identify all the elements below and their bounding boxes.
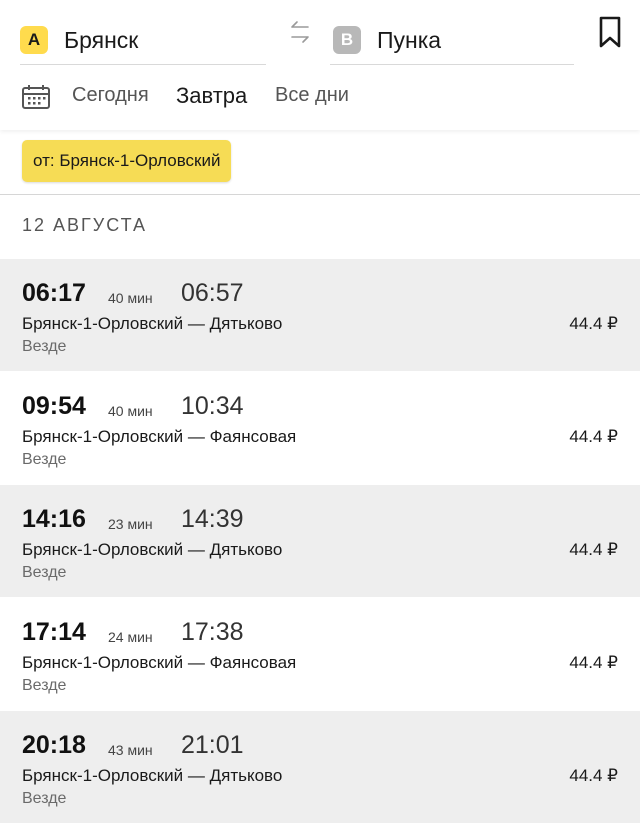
trip-route: Брянск-1-Орловский — Дятьково <box>22 314 283 333</box>
trip-route: Брянск-1-Орловский — Дятьково <box>22 540 283 559</box>
trip-price: 44.4 ₽ <box>569 427 618 446</box>
trip-price: 44.4 ₽ <box>569 653 618 672</box>
tab-all-days[interactable]: Все дни <box>275 84 349 107</box>
point-b-badge: B <box>333 26 361 54</box>
trip-row[interactable]: 17:14 24 мин 17:38 Брянск-1-Орловский — … <box>0 598 640 710</box>
arrival-time: 06:57 <box>181 279 244 307</box>
divider <box>0 194 640 195</box>
from-city: Брянск <box>64 26 139 53</box>
trip-route: Брянск-1-Орловский — Фаянсовая <box>22 427 297 446</box>
trip-stops: Везде <box>22 451 67 468</box>
point-a-badge: A <box>20 26 48 54</box>
tab-today[interactable]: Сегодня <box>72 84 149 107</box>
departure-time: 06:17 <box>22 279 86 307</box>
departure-time: 14:16 <box>22 505 86 533</box>
departure-time: 20:18 <box>22 731 86 759</box>
arrival-time: 17:38 <box>181 618 244 646</box>
trip-row[interactable]: 06:17 40 мин 06:57 Брянск-1-Орловский — … <box>0 259 640 371</box>
trip-duration: 40 мин <box>108 403 153 419</box>
search-header: A Брянск B Пунка Сегодня Завтра Все дни <box>0 0 640 130</box>
arrival-time: 21:01 <box>181 731 244 759</box>
trip-stops: Везде <box>22 564 67 581</box>
trip-price: 44.4 ₽ <box>569 314 618 333</box>
trip-row[interactable]: 09:54 40 мин 10:34 Брянск-1-Орловский — … <box>0 372 640 484</box>
swap-arrows-icon[interactable] <box>288 18 312 46</box>
from-point-field[interactable]: A Брянск <box>20 16 266 65</box>
trip-stops: Везде <box>22 338 67 355</box>
bookmark-icon[interactable] <box>596 14 624 50</box>
trip-price: 44.4 ₽ <box>569 540 618 559</box>
trip-row[interactable]: 14:16 23 мин 14:39 Брянск-1-Орловский — … <box>0 485 640 597</box>
to-point-field[interactable]: B Пунка <box>330 16 574 65</box>
trip-duration: 23 мин <box>108 516 153 532</box>
trip-route: Брянск-1-Орловский — Дятьково <box>22 766 283 785</box>
to-city: Пунка <box>377 26 442 53</box>
trip-duration: 40 мин <box>108 290 153 306</box>
departure-time: 09:54 <box>22 392 86 420</box>
trip-stops: Везде <box>22 677 67 694</box>
trip-row[interactable]: 20:18 43 мин 21:01 Брянск-1-Орловский — … <box>0 711 640 823</box>
calendar-icon[interactable] <box>21 84 51 110</box>
trip-duration: 43 мин <box>108 742 153 758</box>
arrival-time: 14:39 <box>181 505 244 533</box>
trip-price: 44.4 ₽ <box>569 766 618 785</box>
trip-duration: 24 мин <box>108 629 153 645</box>
trip-route: Брянск-1-Орловский — Фаянсовая <box>22 653 297 672</box>
trip-stops: Везде <box>22 790 67 807</box>
station-filter-chip[interactable]: от: Брянск-1-Орловский <box>22 140 232 182</box>
date-header: 12 АВГУСТА <box>22 215 148 235</box>
arrival-time: 10:34 <box>181 392 244 420</box>
tab-tomorrow[interactable]: Завтра <box>176 83 247 109</box>
departure-time: 17:14 <box>22 618 86 646</box>
